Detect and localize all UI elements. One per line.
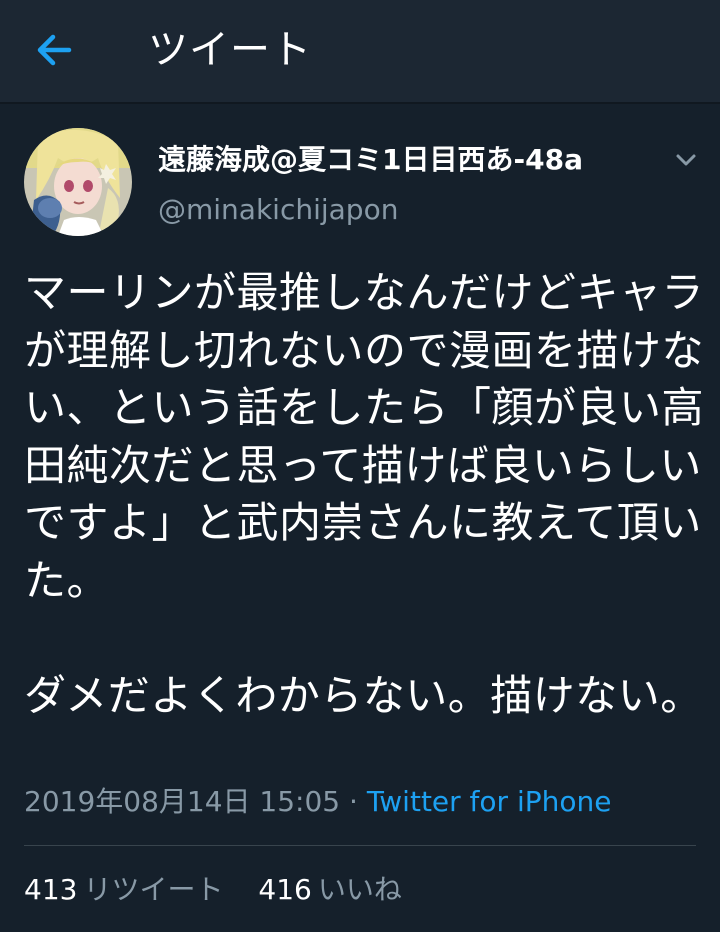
likes-count: 416: [258, 873, 312, 906]
divider: [24, 845, 696, 846]
display-name[interactable]: 遠藤海成@夏コミ1日目西あ-48a: [158, 140, 583, 180]
back-button[interactable]: [22, 22, 86, 78]
tweet-stats: 413 リツイート 416 いいね: [24, 870, 428, 910]
avatar-image: [24, 128, 132, 236]
back-arrow-icon: [37, 34, 72, 66]
likes-stat[interactable]: 416 いいね: [258, 870, 401, 910]
chevron-down-icon: [676, 154, 696, 166]
avatar[interactable]: [24, 128, 132, 236]
page-title: ツイート: [148, 27, 312, 73]
retweets-count: 413: [24, 873, 78, 906]
tweet-meta: 2019年08月14日 15:05 · Twitter for iPhone: [24, 782, 611, 822]
tweet-text: マーリンが最推しなんだけどキャラが理解し切れないので漫画を描けない、という話をし…: [24, 268, 705, 720]
likes-label: いいね: [317, 873, 402, 906]
retweets-label: リツイート: [83, 873, 224, 906]
top-bar: ツイート: [0, 0, 720, 104]
retweets-stat[interactable]: 413 リツイート: [24, 870, 223, 910]
tweet-options-button[interactable]: [668, 144, 704, 176]
meta-separator: ·: [340, 785, 367, 818]
tweet-timestamp[interactable]: 2019年08月14日 15:05: [24, 785, 340, 818]
user-handle[interactable]: @minakichijapon: [158, 190, 398, 230]
tweet-source-link[interactable]: Twitter for iPhone: [367, 785, 612, 818]
